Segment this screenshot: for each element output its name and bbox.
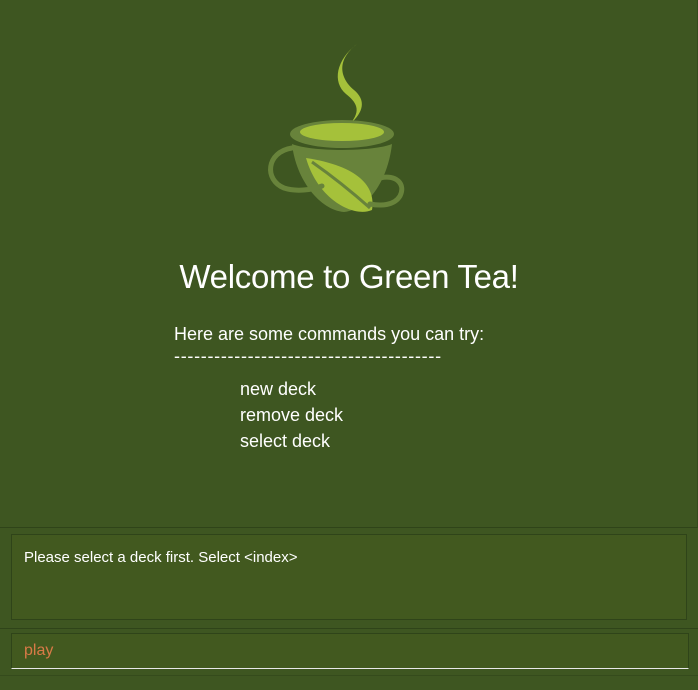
main-panel: Welcome to Green Tea! Here are some comm… [0,0,698,528]
tea-cup-icon [268,44,405,212]
command-box [11,633,689,669]
command-suggestion: new deck [240,379,317,399]
result-display-area: Please select a deck first. Select <inde… [0,528,698,629]
result-display[interactable]: Please select a deck first. Select <inde… [11,534,687,620]
status-bar [0,675,698,690]
command-suggestion: select deck [240,431,331,451]
commands-intro: Here are some commands you can try: [174,324,485,344]
command-suggestion-list: new deck remove deck select deck [240,376,343,454]
command-suggestion: remove deck [240,405,344,425]
command-input[interactable] [12,634,688,668]
divider-line: ---------------------------------------- [174,346,442,366]
result-message: Please select a deck first. Select <inde… [24,549,298,566]
steam-icon [337,44,362,124]
welcome-title: Welcome to Green Tea! [179,258,519,295]
